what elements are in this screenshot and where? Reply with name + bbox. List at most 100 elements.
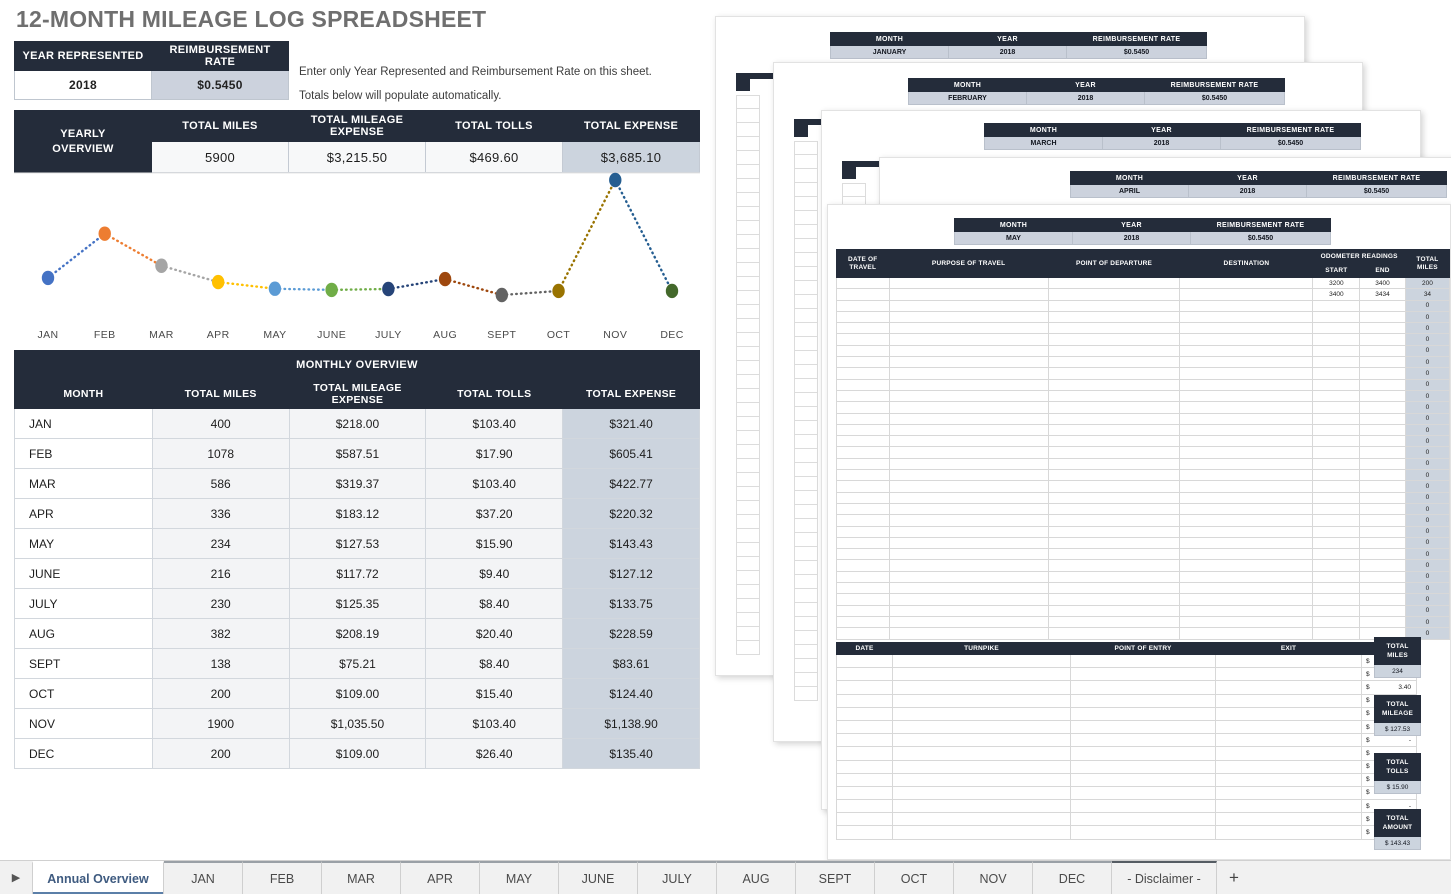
travel-log-row[interactable]: 0 [836,412,1450,425]
cell-travel-miles: 0 [1404,310,1450,324]
cell-travel-departure [1047,570,1181,584]
toll-log-row[interactable]: $- [836,733,1417,748]
cell-odometer-end: 3400 [1359,276,1406,290]
tab-oct[interactable]: OCT [875,861,954,894]
cell-odometer-start [1312,333,1361,346]
add-sheet-button[interactable]: + [1217,861,1251,894]
toll-log-row[interactable]: $- [836,785,1417,801]
travel-log-row[interactable]: 0 [836,367,1450,380]
toll-log-row[interactable]: $- [836,706,1417,721]
cell-travel-miles: 0 [1404,446,1450,459]
cell-toll-turnpike [892,719,1071,735]
cell-travel-miles: 0 [1404,559,1450,572]
toll-log-row[interactable]: $- [836,719,1417,735]
travel-log-row[interactable]: 0 [836,502,1450,516]
cell-odometer-start [1312,559,1361,572]
travel-log-row[interactable]: 0 [836,480,1450,493]
travel-log-row[interactable]: 0 [836,378,1450,391]
reimbursement-rate-input[interactable]: $0.5450 [151,70,289,100]
travel-log-row[interactable]: 0 [836,446,1450,459]
cell-odometer-start [1312,446,1361,459]
travel-log-row[interactable]: 0 [836,582,1450,595]
cell-month: SEPT [14,648,153,679]
toll-log-row[interactable]: $- [836,812,1417,827]
travel-log-row[interactable]: 0 [836,536,1450,550]
dollar-sign: $ [1366,802,1370,810]
cell-total-expense: $124.40 [562,678,700,709]
travel-log-row[interactable]: 0 [836,491,1450,504]
cell-toll-turnpike [892,667,1071,682]
toll-log-row[interactable]: $- [836,799,1417,814]
cell-toll-turnpike [892,772,1071,787]
cell-total-tolls: $20.40 [425,618,564,649]
tab-july[interactable]: JULY [638,861,717,894]
tab-disclaimer[interactable]: - Disclaimer - [1112,861,1217,894]
travel-log-row[interactable]: 0 [836,356,1450,369]
travel-log-row[interactable]: 0 [836,310,1450,324]
travel-log-row[interactable]: 0 [836,469,1450,482]
cell-toll-exit [1215,719,1362,735]
travel-log-row[interactable]: 0 [836,627,1450,640]
tab-june[interactable]: JUNE [559,861,638,894]
tab-annual-overview[interactable]: Annual Overview [32,861,164,894]
year-represented-input[interactable]: 2018 [14,70,152,100]
tab-dec[interactable]: DEC [1033,861,1112,894]
tab-nov[interactable]: NOV [954,861,1033,894]
grid-row-stub [736,529,760,543]
cell-odometer-start [1312,570,1361,584]
sheet-may-detail[interactable]: MONTH YEAR REIMBURSEMENT RATE MAY 2018 $… [827,204,1451,860]
travel-log-row[interactable]: 0 [836,604,1450,617]
chart-line-segment [273,287,333,292]
cell-travel-departure [1047,582,1181,595]
chart-data-point [325,282,338,298]
cell-travel-purpose [888,502,1049,516]
toll-log-row[interactable]: $3.40 [836,680,1417,695]
tab-sept[interactable]: SEPT [796,861,875,894]
travel-log-row[interactable]: 0 [836,457,1450,471]
travel-log-row[interactable]: 3400 3434 34 [836,288,1450,301]
travel-log-row[interactable]: 3200 3400 200 [836,276,1450,290]
tab-jan[interactable]: JAN [164,861,243,894]
travel-log-row[interactable]: 0 [836,389,1450,403]
travel-log-row[interactable]: 0 [836,423,1450,437]
cell-toll-turnpike [892,706,1071,721]
travel-log-row[interactable]: 0 [836,435,1450,448]
cell-travel-destination [1179,514,1314,527]
travel-log-row[interactable]: 0 [836,514,1450,527]
tab-aug[interactable]: AUG [717,861,796,894]
grid-row-stub [736,557,760,571]
travel-log-row[interactable]: 0 [836,615,1450,629]
toll-log-row[interactable]: $- [836,772,1417,787]
tab-scroll-right-icon[interactable]: ▶ [0,861,32,894]
travel-log-row[interactable]: 0 [836,593,1450,606]
summary-total-mileage-value: $ 127.53 [1374,723,1421,736]
travel-log-row[interactable]: 0 [836,299,1450,312]
toll-log-row[interactable]: $- [836,759,1417,774]
toll-log-row[interactable]: $- [836,693,1417,708]
cell-odometer-end [1359,446,1406,459]
toll-log-row[interactable]: $- [836,825,1417,840]
travel-log-row[interactable]: 0 [836,401,1450,414]
tab-apr[interactable]: APR [401,861,480,894]
travel-log-row[interactable]: 0 [836,525,1450,538]
tab-mar[interactable]: MAR [322,861,401,894]
toll-log-row[interactable]: $1.50 [836,667,1417,682]
travel-log-row[interactable]: 0 [836,559,1450,572]
cell-travel-destination [1179,344,1314,358]
toll-log-row[interactable]: $- [836,746,1417,761]
toll-log-body: $11.00$1.50$3.40$-$-$-$-$-$-$-$-$-$-$- [836,653,1417,840]
travel-log-row[interactable]: 0 [836,333,1450,346]
january-rate-value: $0.5450 [1066,45,1207,59]
tab-may[interactable]: MAY [480,861,559,894]
toll-log-row[interactable]: $11.00 [836,653,1417,669]
travel-log-row[interactable]: 0 [836,570,1450,584]
cell-odometer-start [1312,378,1361,391]
cell-toll-date [836,693,893,708]
travel-log-row[interactable]: 0 [836,322,1450,335]
travel-log-row[interactable]: 0 [836,344,1450,358]
cell-odometer-start [1312,423,1361,437]
cell-travel-miles: 0 [1404,412,1450,425]
cell-toll-turnpike [892,746,1071,761]
travel-log-row[interactable]: 0 [836,548,1450,561]
tab-feb[interactable]: FEB [243,861,322,894]
